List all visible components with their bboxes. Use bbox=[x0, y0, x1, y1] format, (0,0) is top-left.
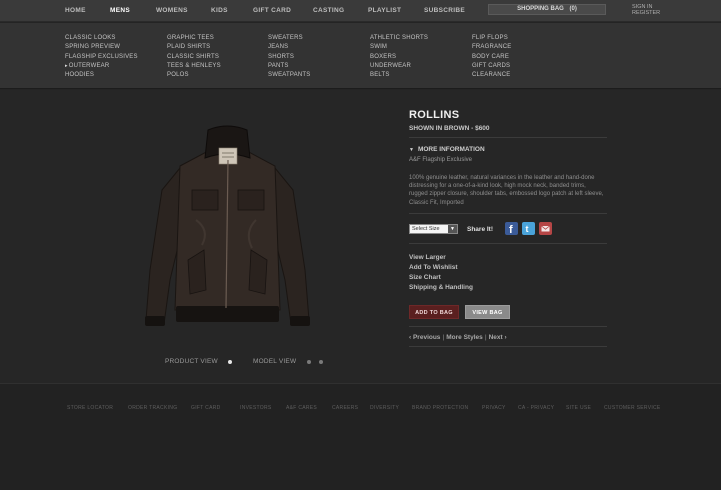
product-detail-area: PRODUCT VIEW MODEL VIEW ROLLINS SHOWN IN… bbox=[0, 90, 721, 383]
product-description: 100% genuine leather, natural variances … bbox=[409, 175, 604, 206]
previous-link[interactable]: ‹ Previous bbox=[409, 334, 440, 341]
site-footer: STORE LOCATOR ORDER TRACKING GIFT CARD I… bbox=[0, 383, 721, 490]
pager-separator: | bbox=[484, 334, 487, 341]
model-view-dot-1[interactable] bbox=[307, 360, 311, 364]
model-view-toggle[interactable]: MODEL VIEW bbox=[253, 358, 296, 365]
footer-customer-service[interactable]: CUSTOMER SERVICE bbox=[604, 405, 661, 411]
product-image[interactable] bbox=[140, 120, 315, 335]
caret-down-icon: ▼ bbox=[409, 147, 414, 153]
svg-text:t: t bbox=[526, 224, 529, 234]
menu-column-2: GRAPHIC TEES PLAID SHIRTS CLASSIC SHIRTS… bbox=[167, 34, 221, 80]
share-label: Share It! bbox=[467, 226, 494, 233]
menu-item-graphic-tees[interactable]: GRAPHIC TEES bbox=[167, 34, 221, 43]
menu-column-4: ATHLETIC SHORTS SWIM BOXERS UNDERWEAR BE… bbox=[370, 34, 428, 80]
add-to-bag-button[interactable]: ADD TO BAG bbox=[409, 305, 459, 319]
menu-item-clearance[interactable]: CLEARANCE bbox=[472, 71, 511, 80]
facebook-share-icon[interactable]: f bbox=[505, 222, 518, 235]
view-larger-link[interactable]: View Larger bbox=[409, 254, 446, 261]
shopping-bag-label: SHOPPING BAG bbox=[517, 6, 564, 12]
menu-item-plaid-shirts[interactable]: PLAID SHIRTS bbox=[167, 43, 221, 52]
footer-order-tracking[interactable]: ORDER TRACKING bbox=[128, 405, 177, 411]
menu-item-jeans[interactable]: JEANS bbox=[268, 43, 310, 52]
nav-gift-card[interactable]: GIFT CARD bbox=[253, 7, 291, 14]
divider bbox=[409, 213, 607, 214]
product-view-toggle[interactable]: PRODUCT VIEW bbox=[165, 358, 218, 365]
mens-category-menu: CLASSIC LOOKS SPRING PREVIEW FLAGSHIP EX… bbox=[0, 23, 721, 89]
nav-playlist[interactable]: PLAYLIST bbox=[368, 7, 401, 14]
nav-subscribe[interactable]: SUBSCRIBE bbox=[424, 7, 465, 14]
menu-item-swim[interactable]: SWIM bbox=[370, 43, 428, 52]
shipping-handling-link[interactable]: Shipping & Handling bbox=[409, 284, 473, 291]
divider bbox=[409, 137, 607, 138]
account-links: SIGN IN REGISTER bbox=[632, 4, 660, 16]
register-link[interactable]: REGISTER bbox=[632, 10, 660, 16]
menu-item-spring-preview[interactable]: SPRING PREVIEW bbox=[65, 43, 138, 52]
top-navigation: HOME MENS WOMENS KIDS GIFT CARD CASTING … bbox=[0, 0, 721, 22]
menu-item-sweaters[interactable]: SWEATERS bbox=[268, 34, 310, 43]
pager-separator: | bbox=[442, 334, 445, 341]
menu-item-hoodies[interactable]: HOODIES bbox=[65, 71, 138, 80]
svg-text:f: f bbox=[509, 224, 513, 235]
product-color-price: SHOWN IN BROWN - $600 bbox=[409, 125, 490, 132]
twitter-share-icon[interactable]: t bbox=[522, 222, 535, 235]
footer-careers[interactable]: CAREERS bbox=[332, 405, 358, 411]
divider bbox=[409, 346, 607, 347]
product-view-dot[interactable] bbox=[228, 360, 232, 364]
menu-item-body-care[interactable]: BODY CARE bbox=[472, 53, 511, 62]
shopping-bag-button[interactable]: SHOPPING BAG (0) bbox=[488, 4, 606, 15]
menu-item-outerwear[interactable]: OUTERWEAR bbox=[65, 62, 138, 71]
footer-gift-card[interactable]: GIFT CARD bbox=[191, 405, 221, 411]
menu-column-5: FLIP FLOPS FRAGRANCE BODY CARE GIFT CARD… bbox=[472, 34, 511, 80]
email-share-icon[interactable] bbox=[539, 222, 552, 235]
menu-item-athletic-shorts[interactable]: ATHLETIC SHORTS bbox=[370, 34, 428, 43]
product-title: ROLLINS bbox=[409, 109, 460, 121]
divider bbox=[409, 243, 607, 244]
nav-home[interactable]: HOME bbox=[65, 7, 86, 14]
menu-item-pants[interactable]: PANTS bbox=[268, 62, 310, 71]
menu-item-boxers[interactable]: BOXERS bbox=[370, 53, 428, 62]
divider bbox=[409, 326, 607, 327]
menu-item-flip-flops[interactable]: FLIP FLOPS bbox=[472, 34, 511, 43]
size-select[interactable]: Select Size ▼ bbox=[409, 224, 458, 234]
more-information-toggle[interactable]: ▼ MORE INFORMATION bbox=[409, 146, 485, 153]
size-chart-link[interactable]: Size Chart bbox=[409, 274, 441, 281]
menu-column-1: CLASSIC LOOKS SPRING PREVIEW FLAGSHIP EX… bbox=[65, 34, 138, 80]
footer-ca-privacy[interactable]: CA - PRIVACY bbox=[518, 405, 554, 411]
menu-item-fragrance[interactable]: FRAGRANCE bbox=[472, 43, 511, 52]
add-to-wishlist-link[interactable]: Add To Wishlist bbox=[409, 264, 458, 271]
nav-kids[interactable]: KIDS bbox=[211, 7, 228, 14]
menu-item-classic-looks[interactable]: CLASSIC LOOKS bbox=[65, 34, 138, 43]
size-select-value: Select Size bbox=[412, 226, 440, 232]
footer-site-use[interactable]: SITE USE bbox=[566, 405, 591, 411]
footer-af-cares[interactable]: A&F CARES bbox=[286, 405, 317, 411]
view-bag-button[interactable]: VIEW BAG bbox=[465, 305, 510, 319]
more-information-label: MORE INFORMATION bbox=[417, 146, 485, 153]
menu-item-sweatpants[interactable]: SWEATPANTS bbox=[268, 71, 310, 80]
next-link[interactable]: Next › bbox=[489, 334, 507, 341]
flagship-exclusive-note: A&F Flagship Exclusive bbox=[409, 157, 473, 163]
footer-brand-protection[interactable]: BRAND PROTECTION bbox=[412, 405, 468, 411]
menu-item-shorts[interactable]: SHORTS bbox=[268, 53, 310, 62]
menu-item-classic-shirts[interactable]: CLASSIC SHIRTS bbox=[167, 53, 221, 62]
footer-privacy[interactable]: PRIVACY bbox=[482, 405, 506, 411]
shopping-bag-count: (0) bbox=[569, 6, 577, 12]
menu-item-underwear[interactable]: UNDERWEAR bbox=[370, 62, 428, 71]
footer-store-locator[interactable]: STORE LOCATOR bbox=[67, 405, 113, 411]
nav-mens[interactable]: MENS bbox=[110, 7, 130, 14]
product-pager: ‹ Previous | More Styles | Next › bbox=[409, 334, 507, 341]
menu-item-tees-henleys[interactable]: TEES & HENLEYS bbox=[167, 62, 221, 71]
leather-jacket-image bbox=[145, 125, 310, 326]
more-styles-link[interactable]: More Styles bbox=[446, 334, 483, 341]
menu-item-belts[interactable]: BELTS bbox=[370, 71, 428, 80]
footer-investors[interactable]: INVESTORS bbox=[240, 405, 272, 411]
dropdown-arrow-icon: ▼ bbox=[448, 225, 457, 233]
menu-column-3: SWEATERS JEANS SHORTS PANTS SWEATPANTS bbox=[268, 34, 310, 80]
menu-item-polos[interactable]: POLOS bbox=[167, 71, 221, 80]
model-view-dot-2[interactable] bbox=[319, 360, 323, 364]
footer-diversity[interactable]: DIVERSITY bbox=[370, 405, 399, 411]
nav-womens[interactable]: WOMENS bbox=[156, 7, 188, 14]
nav-casting[interactable]: CASTING bbox=[313, 7, 344, 14]
menu-item-flagship-exclusives[interactable]: FLAGSHIP EXCLUSIVES bbox=[65, 53, 138, 62]
menu-item-gift-cards[interactable]: GIFT CARDS bbox=[472, 62, 511, 71]
